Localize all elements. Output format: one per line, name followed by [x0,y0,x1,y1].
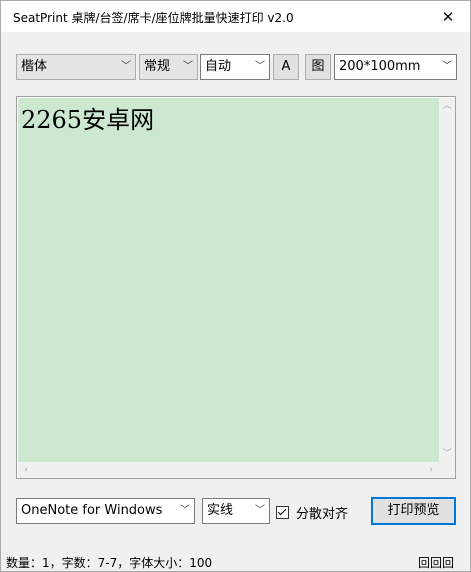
horizontal-scrollbar[interactable]: ‹ › [18,462,439,478]
chevron-down-icon: ﹀ [183,61,193,72]
status-bar: 数量：1，字数：7-7，字体大小：100 回回回 [1,549,470,571]
background-image-button[interactable]: 图 [305,54,331,80]
font-style-select[interactable]: 常规 ﹀ [139,54,198,80]
editor-text[interactable]: 2265安卓网 [21,100,154,135]
text-color-button[interactable]: A [273,54,299,80]
paper-size-value: 200*100mm [339,59,421,74]
distribute-align-option[interactable]: 分散对齐 [276,503,348,522]
distribute-align-label[interactable]: 分散对齐 [296,503,348,522]
window-title: SeatPrint 桌牌/台签/席卡/座位牌批量快速打印 v2.0 [13,11,294,25]
printer-select[interactable]: OneNote for Windows ﹀ [16,498,195,524]
font-style-value: 常规 [144,59,171,74]
chevron-down-icon: ﹀ [121,61,131,72]
print-preview-label: 打印预览 [387,503,440,518]
status-right: 回回回 [417,556,454,570]
scroll-right-icon[interactable]: › [423,462,439,478]
font-family-value: 楷体 [21,59,48,74]
close-button[interactable]: ✕ [426,1,470,32]
chevron-down-icon: ﹀ [180,505,190,516]
text-color-label: A [281,59,291,74]
close-icon: ✕ [441,7,455,26]
chevron-down-icon: ﹀ [442,61,452,72]
printer-value: OneNote for Windows [21,503,163,518]
font-size-select[interactable]: 自动 ﹀ [200,54,270,80]
line-style-select[interactable]: 实线 ﹀ [202,498,270,524]
app-window: SeatPrint 桌牌/台签/席卡/座位牌批量快速打印 v2.0 ✕ 楷体 ﹀… [0,0,471,572]
font-family-select[interactable]: 楷体 ﹀ [16,54,136,80]
chevron-down-icon: ﹀ [255,505,265,516]
distribute-align-checkbox[interactable] [276,505,289,519]
editor-canvas[interactable]: 2265安卓网 [18,98,439,462]
background-image-label: 图 [311,59,325,74]
text-editor[interactable]: 2265安卓网 ︿ ﹀ ‹ › [16,96,456,479]
scroll-down-icon[interactable]: ﹀ [439,446,455,462]
print-preview-button[interactable]: 打印预览 [371,497,456,525]
scroll-left-icon[interactable]: ‹ [18,462,34,478]
vertical-scrollbar[interactable]: ︿ ﹀ [439,98,455,462]
title-bar: SeatPrint 桌牌/台签/席卡/座位牌批量快速打印 v2.0 ✕ [1,1,470,32]
scroll-up-icon[interactable]: ︿ [439,98,455,114]
chevron-down-icon: ﹀ [255,61,265,72]
line-style-value: 实线 [207,503,234,518]
scroll-corner [439,462,455,478]
paper-size-select[interactable]: 200*100mm ﹀ [334,54,457,80]
status-info: 数量：1，字数：7-7，字体大小：100 [6,556,213,570]
font-size-value: 自动 [205,59,232,74]
